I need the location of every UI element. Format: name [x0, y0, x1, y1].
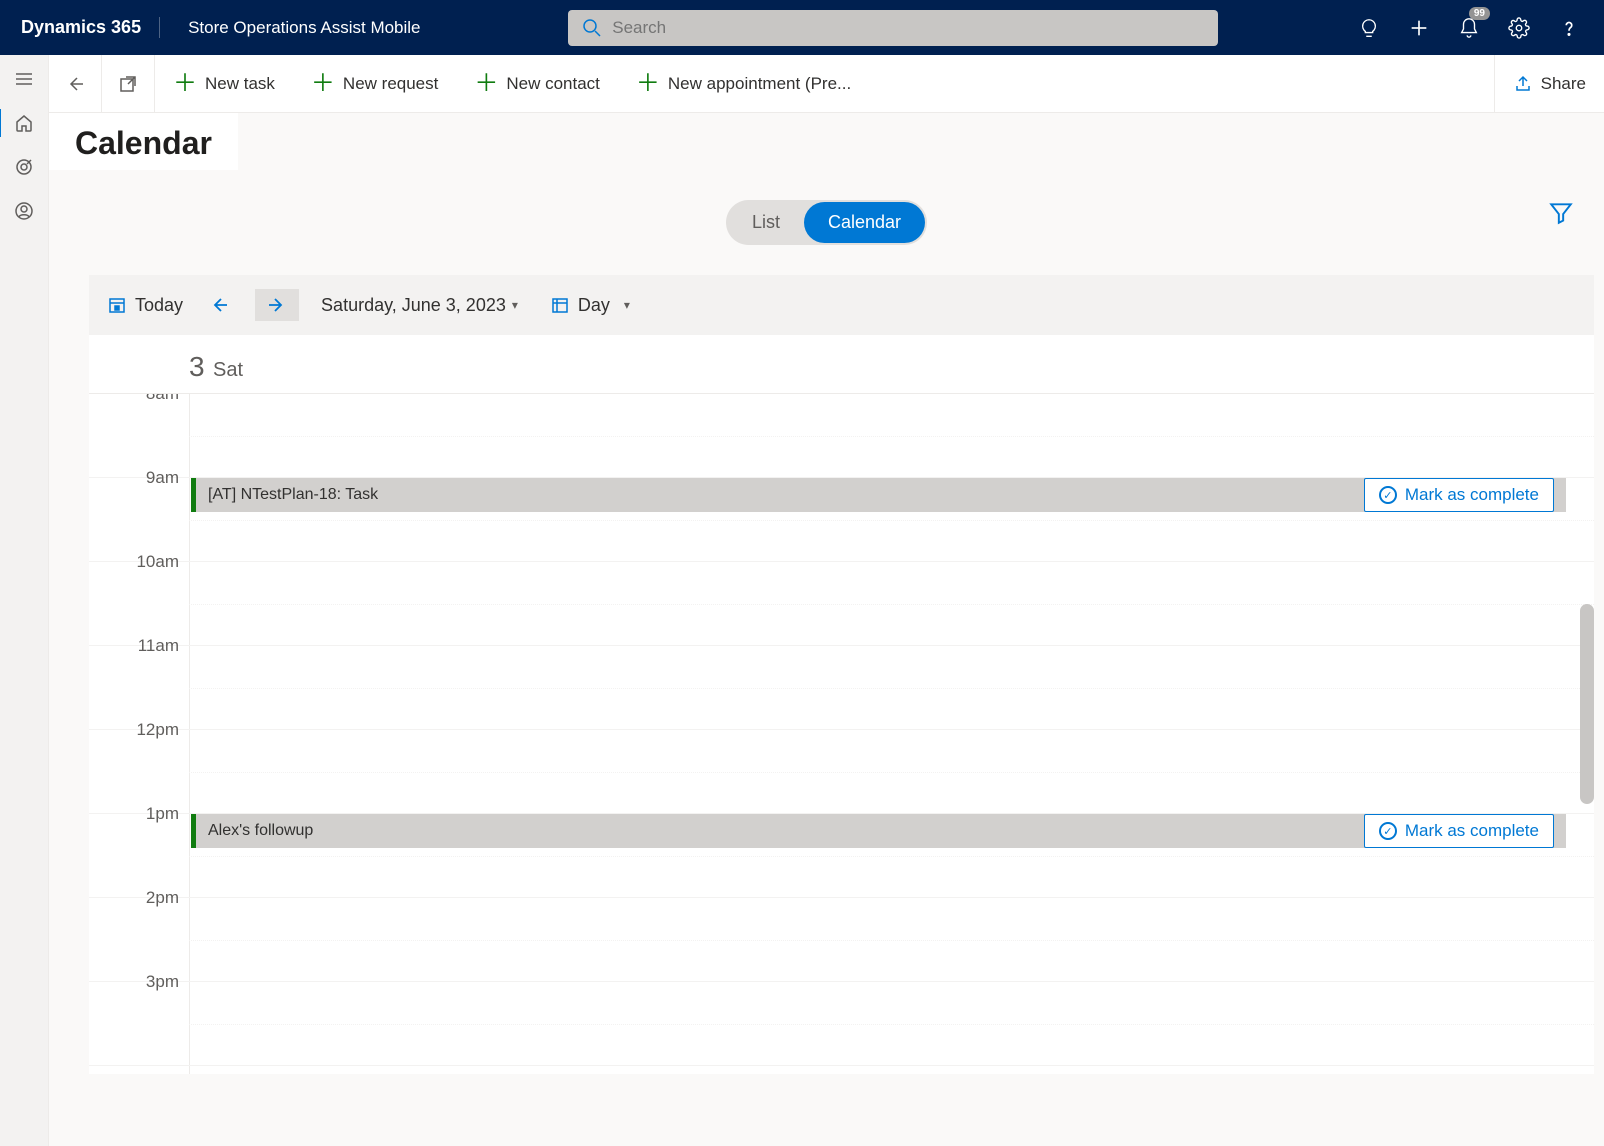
lightbulb-icon[interactable]	[1358, 17, 1380, 39]
current-date-label: Saturday, June 3, 2023	[321, 295, 506, 316]
day-number: 3	[189, 351, 205, 382]
plus-icon: ＋	[311, 72, 335, 96]
list-view-tab[interactable]: List	[728, 202, 804, 243]
home-icon[interactable]	[14, 113, 34, 133]
hour-label: 9am	[109, 468, 179, 488]
bell-icon[interactable]: 99	[1458, 17, 1480, 39]
main-area: Calendar List Calendar Today Saturday, J…	[49, 113, 1604, 1146]
filter-icon[interactable]	[1548, 200, 1574, 226]
prev-day-button[interactable]	[197, 289, 241, 321]
person-icon[interactable]	[14, 201, 34, 221]
plus-icon: ＋	[474, 72, 498, 96]
new-appointment-button[interactable]: ＋ New appointment (Pre...	[618, 55, 869, 112]
hour-row: 8am	[89, 394, 1594, 478]
new-task-label: New task	[205, 74, 275, 94]
check-circle-icon: ✓	[1379, 822, 1397, 840]
plus-icon: ＋	[173, 72, 197, 96]
hour-label: 1pm	[109, 804, 179, 824]
gear-icon[interactable]	[1508, 17, 1530, 39]
search-wrap	[568, 10, 1218, 46]
calendar-event[interactable]: [AT] NTestPlan-18: Task ✓ Mark as comple…	[191, 478, 1566, 512]
current-date[interactable]: Saturday, June 3, 2023 ▾	[321, 295, 518, 316]
today-label: Today	[135, 295, 183, 316]
new-contact-button[interactable]: ＋ New contact	[456, 55, 618, 112]
mark-complete-label: Mark as complete	[1405, 485, 1539, 505]
mark-complete-button[interactable]: ✓ Mark as complete	[1364, 814, 1554, 848]
search-icon	[582, 18, 602, 38]
calendar-toolbar: Today Saturday, June 3, 2023 ▾ Day ▾	[89, 275, 1594, 335]
mark-complete-label: Mark as complete	[1405, 821, 1539, 841]
page-title: Calendar	[49, 113, 238, 170]
calendar-grid: 3 Sat 8am 9am 10am 11am 12pm 1pm 2pm 3pm…	[89, 335, 1594, 1074]
hour-label: 11am	[109, 636, 179, 656]
calendar-view-tab[interactable]: Calendar	[804, 202, 925, 243]
event-title: Alex's followup	[208, 822, 313, 840]
chevron-down-icon: ▾	[512, 298, 518, 312]
top-icons: 99	[1358, 17, 1588, 39]
app-name[interactable]: Store Operations Assist Mobile	[160, 18, 448, 38]
scrollbar-thumb[interactable]	[1580, 604, 1594, 804]
day-abbr: Sat	[213, 359, 243, 381]
chevron-down-icon: ▾	[624, 298, 630, 312]
new-request-label: New request	[343, 74, 438, 94]
calendar-event[interactable]: Alex's followup ✓ Mark as complete	[191, 814, 1566, 848]
left-nav	[0, 55, 49, 1146]
add-icon[interactable]	[1408, 17, 1430, 39]
open-new-icon[interactable]	[102, 55, 155, 112]
help-icon[interactable]	[1558, 17, 1580, 39]
notification-badge: 99	[1469, 7, 1490, 20]
hour-label: 12pm	[109, 720, 179, 740]
check-circle-icon: ✓	[1379, 486, 1397, 504]
mark-complete-button[interactable]: ✓ Mark as complete	[1364, 478, 1554, 512]
today-button[interactable]: Today	[107, 295, 183, 316]
new-task-button[interactable]: ＋ New task	[155, 55, 293, 112]
share-button[interactable]: Share	[1494, 55, 1604, 112]
share-label: Share	[1541, 74, 1586, 94]
back-button[interactable]	[49, 55, 102, 112]
target-icon[interactable]	[14, 157, 34, 177]
scale-label: Day	[578, 295, 610, 316]
new-request-button[interactable]: ＋ New request	[293, 55, 456, 112]
next-day-button[interactable]	[255, 289, 299, 321]
time-grid[interactable]: 8am 9am 10am 11am 12pm 1pm 2pm 3pm [AT] …	[89, 394, 1594, 1074]
new-contact-label: New contact	[506, 74, 600, 94]
hour-row: 10am	[89, 562, 1594, 646]
hour-row: 11am	[89, 646, 1594, 730]
event-title: [AT] NTestPlan-18: Task	[208, 486, 378, 504]
view-toggle: List Calendar	[726, 200, 927, 245]
top-bar: Dynamics 365 Store Operations Assist Mob…	[0, 0, 1604, 55]
hour-label: 3pm	[109, 972, 179, 992]
hamburger-icon[interactable]	[14, 69, 34, 89]
hour-label: 2pm	[109, 888, 179, 908]
hour-label: 10am	[109, 552, 179, 572]
brand[interactable]: Dynamics 365	[16, 17, 160, 38]
hour-row: 3pm	[89, 982, 1594, 1066]
plus-icon: ＋	[636, 72, 660, 96]
hour-row: 2pm	[89, 898, 1594, 982]
hour-row: 12pm	[89, 730, 1594, 814]
new-appointment-label: New appointment (Pre...	[668, 74, 851, 94]
scale-selector[interactable]: Day ▾	[550, 295, 630, 316]
view-switch-row: List Calendar	[49, 170, 1604, 245]
day-header: 3 Sat	[89, 335, 1594, 394]
hour-label: 8am	[109, 394, 179, 404]
command-bar: ＋ New task ＋ New request ＋ New contact ＋ New…	[49, 55, 1604, 113]
search-input[interactable]	[568, 10, 1218, 46]
